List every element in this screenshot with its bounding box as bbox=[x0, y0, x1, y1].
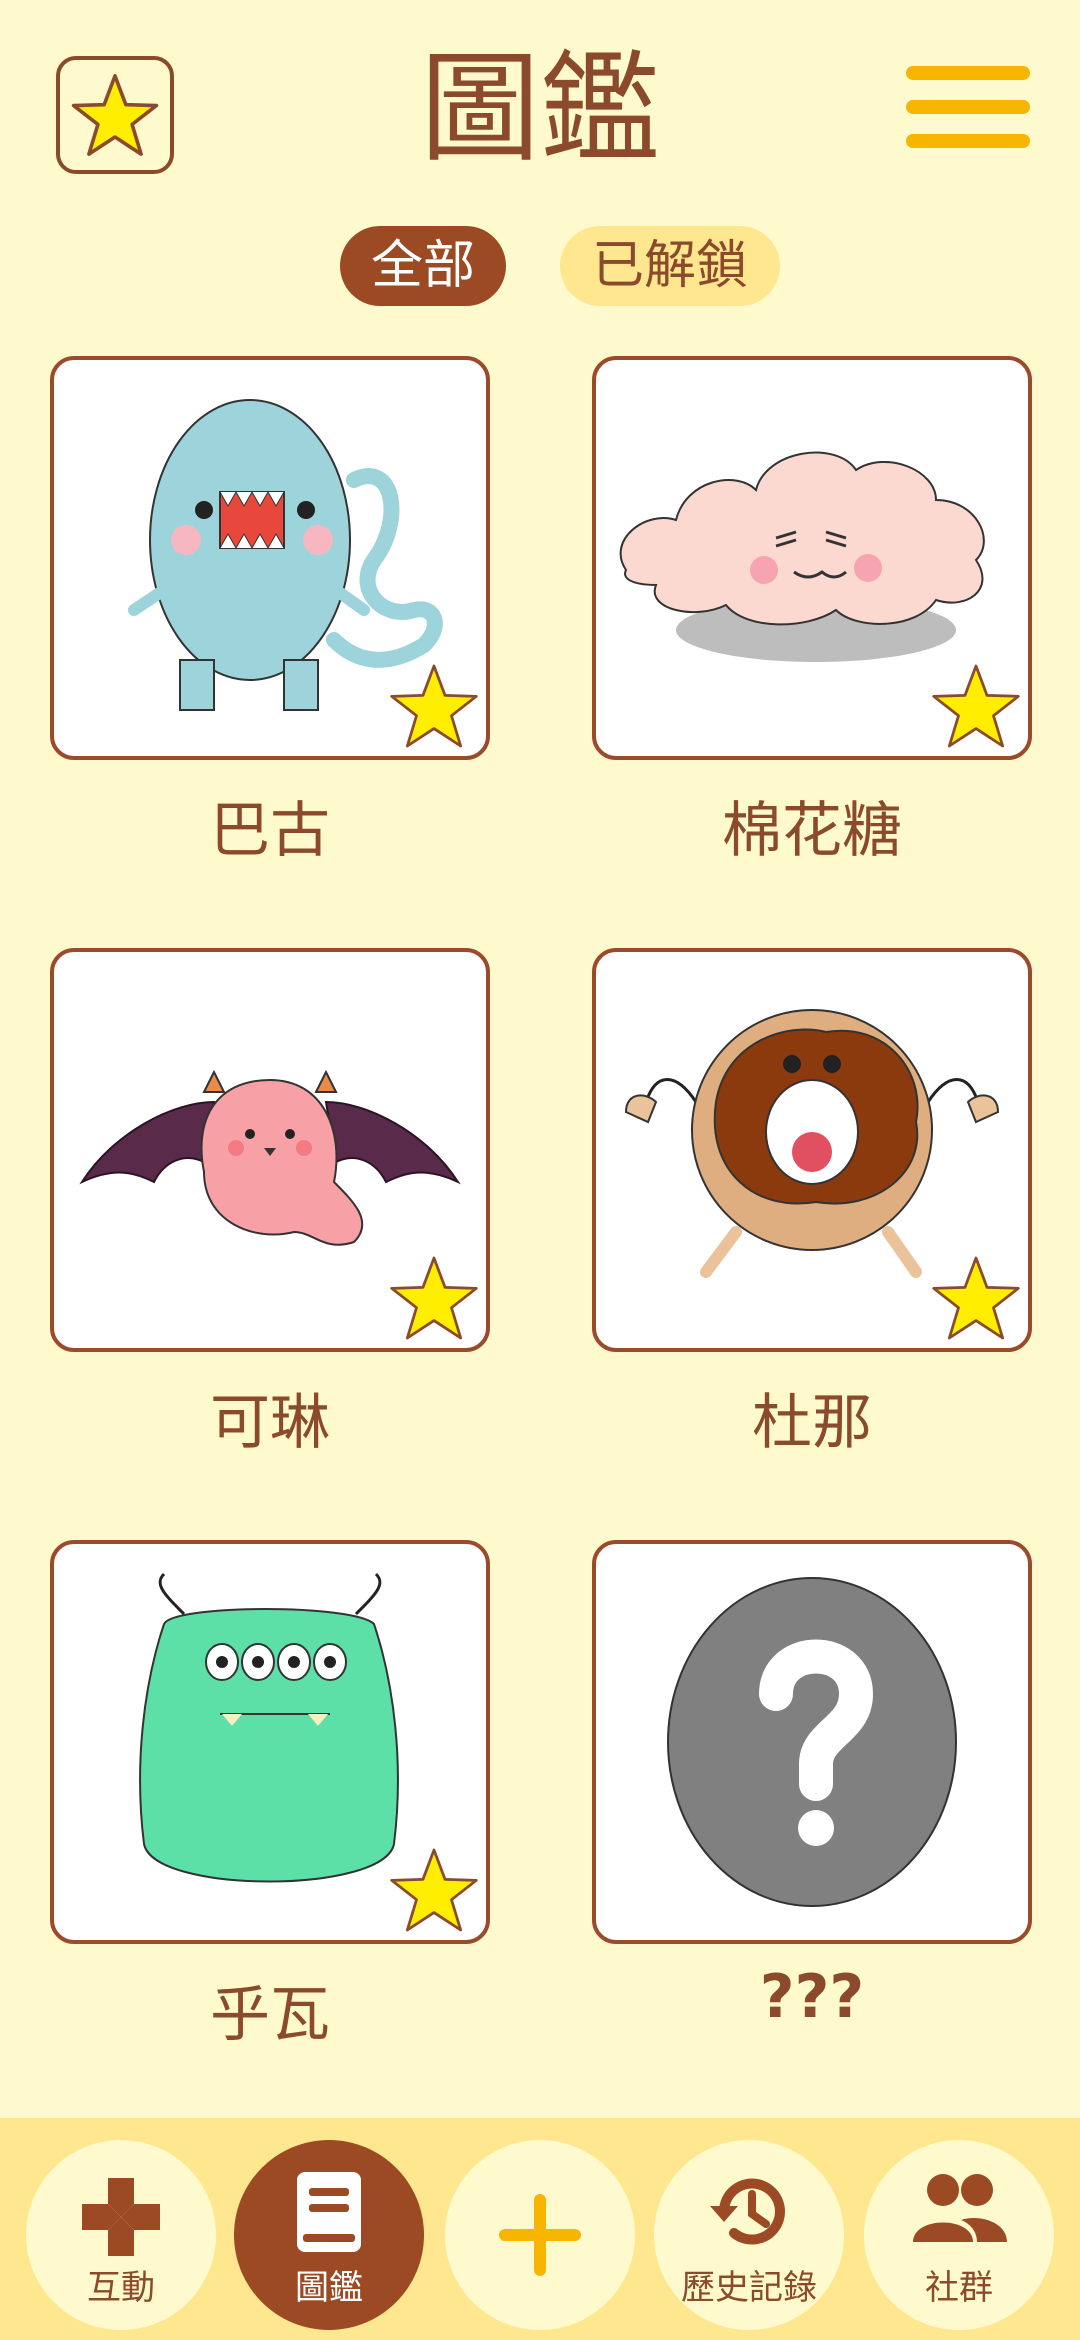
nav-community[interactable]: 社群 bbox=[864, 2140, 1054, 2330]
book-icon bbox=[297, 2172, 361, 2252]
nav-label: 互動 bbox=[87, 2268, 155, 2308]
unlocked-star-icon bbox=[390, 1848, 478, 1932]
history-icon bbox=[710, 2178, 785, 2245]
unlocked-star-icon bbox=[390, 1256, 478, 1340]
nav-collection[interactable]: 圖鑑 bbox=[234, 2140, 424, 2330]
tab-unlocked[interactable]: 已解鎖 bbox=[560, 226, 780, 306]
unlocked-star-icon bbox=[932, 1256, 1020, 1340]
locked-question-mark-image bbox=[667, 1577, 957, 1907]
gamepad-cross-icon bbox=[82, 2178, 160, 2256]
people-icon bbox=[913, 2174, 1007, 2242]
nav-label: 圖鑑 bbox=[295, 2268, 363, 2308]
nav-label: 歷史記錄 bbox=[681, 2268, 817, 2308]
monster-card[interactable] bbox=[50, 948, 490, 1352]
monster-name: 棉花糖 bbox=[722, 796, 902, 866]
unlocked-star-icon bbox=[390, 664, 478, 748]
monster-name: 巴古 bbox=[210, 796, 330, 866]
monster-name: ??? bbox=[759, 1962, 865, 2032]
menu-button[interactable] bbox=[906, 60, 1034, 160]
header: 圖鑑 bbox=[0, 0, 1080, 220]
monster-card[interactable] bbox=[592, 948, 1032, 1352]
plus-icon bbox=[499, 2194, 581, 2276]
monster-name: 可琳 bbox=[210, 1388, 330, 1458]
nav-add[interactable] bbox=[445, 2140, 635, 2330]
nav-label: 社群 bbox=[925, 2268, 993, 2308]
monster-card[interactable] bbox=[50, 356, 490, 760]
tab-all[interactable]: 全部 bbox=[340, 226, 506, 306]
monster-card-locked[interactable] bbox=[592, 1540, 1032, 1944]
monster-name: 杜那 bbox=[752, 1388, 872, 1458]
nav-interact[interactable]: 互動 bbox=[26, 2140, 216, 2330]
monster-card[interactable] bbox=[50, 1540, 490, 1944]
monster-card[interactable] bbox=[592, 356, 1032, 760]
filter-tabs: 全部 已解鎖 bbox=[0, 226, 1080, 306]
nav-history[interactable]: 歷史記錄 bbox=[654, 2140, 844, 2330]
monster-name: 乎瓦 bbox=[210, 1980, 330, 2050]
unlocked-star-icon bbox=[932, 664, 1020, 748]
